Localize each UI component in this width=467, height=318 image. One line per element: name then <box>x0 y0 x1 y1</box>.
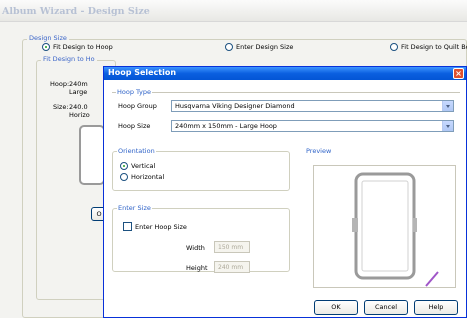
album-wizard-title: Album Wizard - Design Size <box>2 6 150 17</box>
hoop-type-label: Hoop Type <box>116 88 152 96</box>
enter-size-label: Enter Size <box>117 204 152 212</box>
enter-hoop-size-label: Enter Hoop Size <box>135 223 187 231</box>
fit-design-to-hoop-label: Fit Design to Ho <box>41 55 97 63</box>
hoop-group-select[interactable]: Husqvarna Viking Designer Diamond <box>171 100 454 112</box>
cancel-button[interactable]: Cancel <box>364 300 408 315</box>
size-label: Size: <box>53 103 69 111</box>
album-wizard-titlebar: Album Wizard - Design Size <box>0 0 467 22</box>
radio-fit-design-to-quilt[interactable]: Fit Design to Quilt Bo <box>390 43 467 51</box>
radio-dot <box>225 43 233 51</box>
hoop-label: Hoop: <box>50 80 70 88</box>
help-button[interactable]: Help <box>414 300 458 315</box>
hoop-thumbnail <box>79 125 105 185</box>
hoop-value-line2: Large <box>69 88 88 96</box>
hoop-preview <box>313 165 456 288</box>
radio-fit-design-to-hoop[interactable]: Fit Design to Hoop <box>42 43 113 51</box>
radio-horizontal[interactable]: Horizontal <box>120 173 164 181</box>
hoop-type-group-line <box>112 92 460 93</box>
hoop-size-select[interactable]: 240mm x 150mm - Large Hoop <box>171 120 454 132</box>
chevron-down-icon[interactable] <box>442 101 453 111</box>
orientation-label: Orientation <box>117 147 156 155</box>
dialog-body: Hoop Type Hoop Group Husqvarna Viking De… <box>104 80 466 317</box>
hoop-preview-image <box>352 172 439 287</box>
height-label: Height <box>186 264 208 272</box>
enter-size-group <box>112 208 290 272</box>
close-icon[interactable]: × <box>453 68 464 79</box>
hoop-selection-dialog: Hoop Selection × Hoop Type Hoop Group Hu… <box>103 66 467 318</box>
ok-button[interactable]: OK <box>314 300 358 315</box>
dialog-title: Hoop Selection <box>108 68 177 77</box>
radio-dot <box>42 43 50 51</box>
radio-vertical[interactable]: Vertical <box>120 162 155 170</box>
width-value: 150 mm <box>218 244 244 251</box>
radio-dot <box>390 43 398 51</box>
chevron-down-icon[interactable] <box>442 121 453 131</box>
radio-enter-design-size[interactable]: Enter Design Size <box>225 43 293 51</box>
radio-dot <box>120 173 128 181</box>
width-label: Width <box>186 244 205 252</box>
design-size-label: Design Size <box>27 34 69 42</box>
dialog-titlebar[interactable]: Hoop Selection × <box>104 67 466 80</box>
hoop-size-value: 240mm x 150mm - Large Hoop <box>175 122 277 130</box>
height-value: 240 mm <box>218 264 244 271</box>
hoop-group-value: Husqvarna Viking Designer Diamond <box>175 102 295 110</box>
enter-hoop-size-checkbox[interactable] <box>123 222 132 231</box>
orientation-group <box>112 151 290 191</box>
hoop-group-label: Hoop Group <box>118 102 157 110</box>
size-value-line2: Horizo <box>69 111 90 119</box>
radio-dot <box>120 162 128 170</box>
preview-label: Preview <box>305 147 333 155</box>
hoop-size-label: Hoop Size <box>118 122 151 130</box>
width-field[interactable]: 150 mm <box>214 241 250 253</box>
height-field[interactable]: 240 mm <box>214 261 250 273</box>
